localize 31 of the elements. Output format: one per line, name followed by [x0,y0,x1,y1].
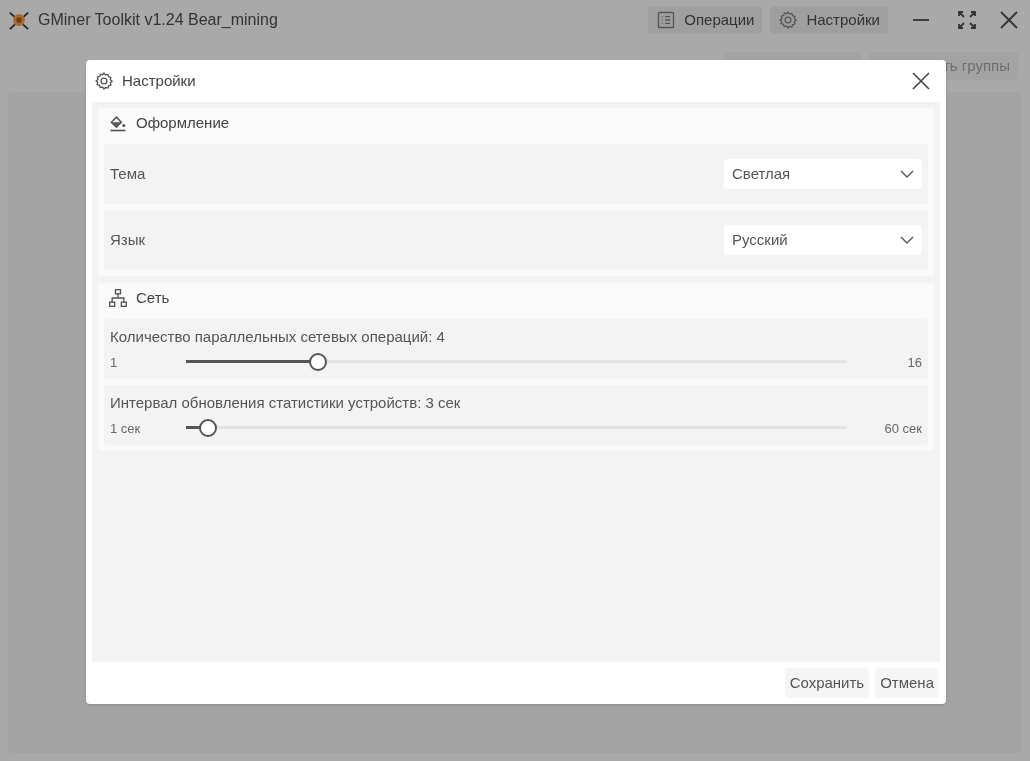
paint-bucket-icon [108,113,128,133]
slider-max-label: 16 [907,353,922,372]
close-icon[interactable] [1000,11,1018,29]
slider[interactable] [186,352,847,373]
setting-label: Интервал обновления статистики устройств: 3 сек [110,392,462,413]
settings-icon [778,10,799,30]
slider-thumb[interactable] [199,419,218,438]
settings-button[interactable]: Настройки [770,6,888,34]
operations-button[interactable]: Операции [648,6,763,34]
slider-thumb[interactable] [309,353,328,372]
section-title: Сеть [136,287,170,308]
network-icon [108,288,128,308]
cancel-button[interactable]: Отмена [875,668,939,698]
pickaxe-logo-icon [8,9,30,31]
slider-max-label: 60 сек [884,419,922,438]
settings-icon [94,71,114,91]
close-icon[interactable] [912,72,930,90]
setting-label: Язык [110,229,147,250]
section-title: Оформление [136,112,230,133]
slider-min-label: 1 [110,353,119,372]
setting-label: Количество параллельных сетевых операций: 4 [110,326,446,347]
dropdown[interactable]: Русский [724,225,922,255]
slider[interactable] [186,418,847,439]
window-title: GMiner Toolkit v1.24 Bear_mining [38,10,278,30]
list-icon [656,10,677,30]
save-button[interactable]: Сохранить [784,668,870,698]
maximize-icon[interactable] [958,11,976,29]
dropdown[interactable]: Светлая [724,159,922,189]
dialog-title: Настройки [122,70,196,91]
setting-label: Тема [110,163,147,184]
slider-min-label: 1 сек [110,419,142,438]
